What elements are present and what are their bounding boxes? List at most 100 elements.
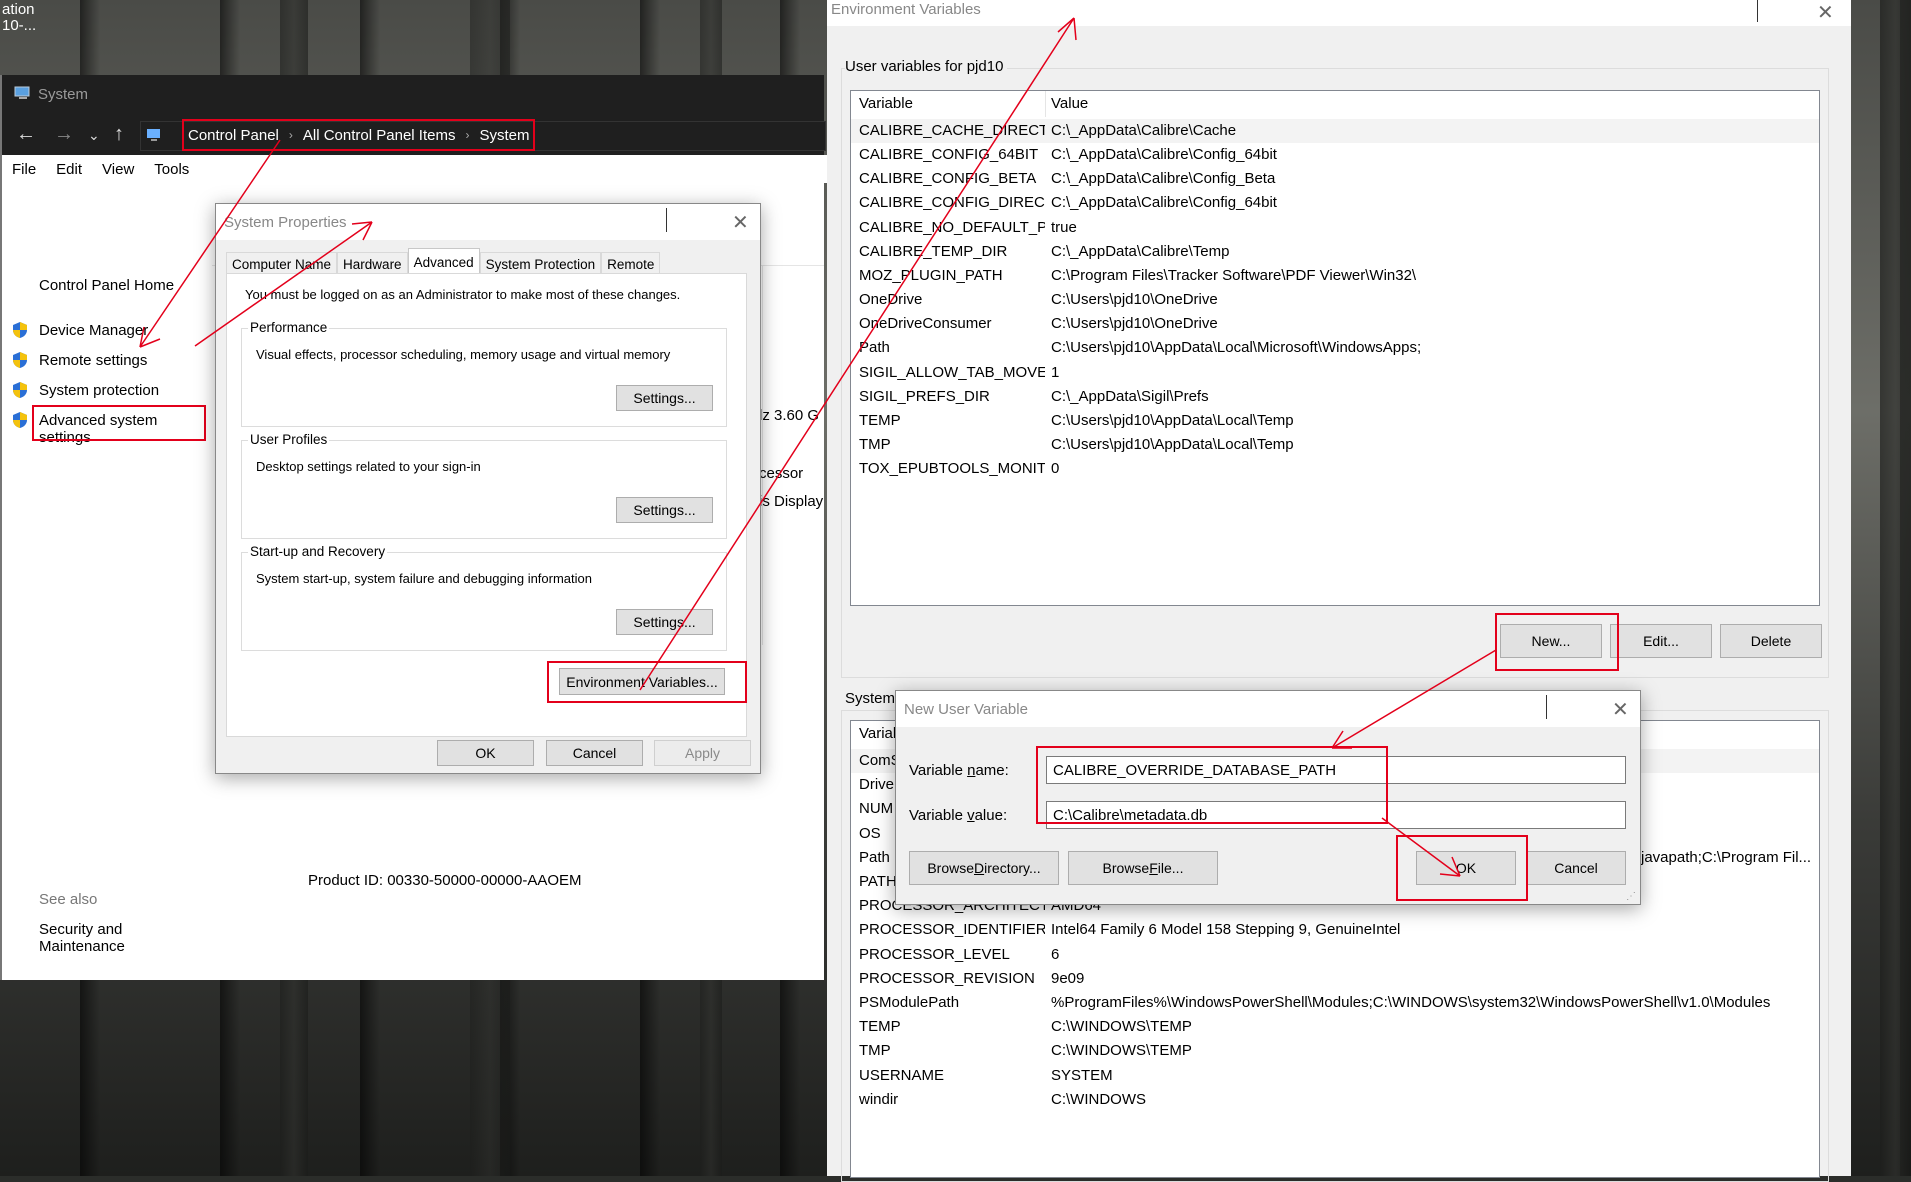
- up-arrow-icon[interactable]: ↑: [114, 123, 124, 146]
- table-row[interactable]: OneDrive C:\Users\pjd10\OneDrive: [851, 288, 1819, 312]
- variable-name-cell: CALIBRE_CONFIG_BETA: [859, 170, 1037, 188]
- column-variable[interactable]: Variable: [859, 91, 1045, 117]
- system-title-bar[interactable]: System: [2, 75, 824, 115]
- table-row[interactable]: Path C:\Users\pjd10\AppData\Local\Microso…: [851, 336, 1819, 360]
- tab-advanced[interactable]: Advanced: [407, 248, 480, 275]
- table-row[interactable]: TMP C:\WINDOWS\TEMP: [851, 1039, 1819, 1063]
- table-row[interactable]: CALIBRE_CONFIG_64BIT C:\_AppData\Calibre\…: [851, 143, 1819, 167]
- tab-system-protection[interactable]: System Protection: [479, 252, 602, 275]
- column-separator[interactable]: [1045, 91, 1046, 117]
- shield-icon: [13, 352, 27, 368]
- table-row[interactable]: OneDriveConsumer C:\Users\pjd10\OneDrive: [851, 312, 1819, 336]
- edit-user-variable-button[interactable]: Edit...: [1610, 624, 1712, 658]
- table-row[interactable]: USERNAME SYSTEM: [851, 1064, 1819, 1088]
- system-properties-title-bar[interactable]: System Properties ✕: [216, 204, 760, 240]
- resize-grip-icon[interactable]: ⋰: [1626, 891, 1636, 902]
- table-row[interactable]: TMP C:\Users\pjd10\AppData\Local\Temp: [851, 433, 1819, 457]
- table-row[interactable]: CALIBRE_CACHE_DIRECTO... C:\_AppData\Cali…: [851, 119, 1819, 143]
- performance-settings-button[interactable]: Settings...: [616, 385, 713, 411]
- breadcrumb-all-items[interactable]: All Control Panel Items: [303, 127, 456, 144]
- control-panel-home-link[interactable]: Control Panel Home: [39, 277, 174, 294]
- system-protection-link[interactable]: System protection: [39, 382, 159, 399]
- remote-settings-link[interactable]: Remote settings: [39, 352, 147, 369]
- table-row[interactable]: MOZ_PLUGIN_PATH C:\Program Files\Tracker …: [851, 264, 1819, 288]
- variable-value-cell: C:\_AppData\Calibre\Config_64bit: [1051, 194, 1277, 212]
- delete-user-variable-button[interactable]: Delete: [1720, 624, 1822, 658]
- variable-name-cell: CALIBRE_CACHE_DIRECTO...: [859, 122, 1045, 139]
- table-row[interactable]: CALIBRE_NO_DEFAULT_PR... true: [851, 216, 1819, 240]
- tab-computer-name[interactable]: Computer Name: [226, 252, 338, 275]
- menu-file[interactable]: File: [12, 161, 36, 178]
- close-icon[interactable]: ✕: [1817, 0, 1834, 25]
- env-title-bar[interactable]: Environment Variables ✕: [827, 0, 1851, 26]
- variable-name-cell: USERNAME: [859, 1066, 945, 1084]
- variable-name-cell: PSModulePath: [859, 994, 960, 1011]
- startup-recovery-desc: System start-up, system failure and debu…: [256, 571, 593, 586]
- table-row[interactable]: CALIBRE_CONFIG_BETA C:\_AppData\Calibre\C…: [851, 167, 1819, 191]
- apply-button[interactable]: Apply: [654, 740, 751, 766]
- startup-recovery-group: Start-up and Recovery System start-up, s…: [241, 544, 727, 651]
- table-row[interactable]: PROCESSOR_IDENTIFIER Intel64 Family 6 Mod…: [851, 918, 1819, 942]
- user-variables-list[interactable]: Variable Value CALIBRE_CACHE_DIRECTO...C…: [850, 90, 1820, 606]
- annotation-box-new-button: [1495, 613, 1619, 671]
- browse-directory-button[interactable]: Browse Directory...: [909, 851, 1059, 885]
- variable-value-cell: C:\WINDOWS\TEMP: [1051, 1042, 1192, 1060]
- variable-value-cell: C:\WINDOWS\TEMP: [1051, 1018, 1192, 1036]
- column-value[interactable]: Value: [1051, 91, 1088, 117]
- processor-label-partial: cessor: [759, 465, 804, 482]
- table-row[interactable]: CALIBRE_CONFIG_DIRECT... C:\_AppData\Cali…: [851, 191, 1819, 215]
- table-row[interactable]: PROCESSOR_LEVEL 6: [851, 943, 1819, 967]
- breadcrumb-separator: ›: [288, 128, 293, 142]
- tab-remote[interactable]: Remote: [601, 252, 661, 275]
- menu-bar: File Edit View Tools: [2, 155, 834, 183]
- table-row[interactable]: PSModulePath %ProgramFiles%\WindowsPowerS…: [851, 991, 1819, 1015]
- list-header: Variable Value: [851, 91, 1819, 117]
- variable-name-cell: CALIBRE_TEMP_DIR: [859, 242, 1008, 260]
- new-user-variable-dialog: New User Variable ✕ Variable name: CALIB…: [895, 690, 1641, 905]
- menu-view[interactable]: View: [102, 161, 134, 178]
- performance-label: Performance: [248, 320, 330, 335]
- cancel-button[interactable]: Cancel: [546, 740, 643, 766]
- breadcrumb-control-panel[interactable]: Control Panel: [188, 127, 279, 144]
- new-var-cancel-button[interactable]: Cancel: [1526, 851, 1626, 885]
- close-icon[interactable]: ✕: [1612, 697, 1629, 722]
- chevron-down-icon[interactable]: ⌄: [88, 127, 100, 144]
- variable-value-cell: C:\_AppData\Calibre\Config_Beta: [1051, 170, 1276, 188]
- table-row[interactable]: TEMP C:\WINDOWS\TEMP: [851, 1015, 1819, 1039]
- table-row[interactable]: TEMP C:\Users\pjd10\AppData\Local\Temp: [851, 409, 1819, 433]
- startup-recovery-label: Start-up and Recovery: [248, 544, 388, 559]
- breadcrumb-system[interactable]: System: [479, 127, 529, 144]
- environment-variables-dialog: Environment Variables ✕ User variables f…: [827, 0, 1851, 1182]
- variable-value-cell: C:\Users\pjd10\OneDrive: [1051, 291, 1218, 309]
- variable-value-cell: 0: [1051, 460, 1060, 478]
- variable-value-cell: SYSTEM: [1051, 1066, 1113, 1084]
- variable-value-cell: Intel64 Family 6 Model 158 Stepping 9, G…: [1051, 921, 1401, 939]
- see-also-heading: See also: [39, 891, 98, 908]
- table-row[interactable]: SIGIL_PREFS_DIR C:\_AppData\Sigil\Prefs: [851, 385, 1819, 409]
- menu-edit[interactable]: Edit: [56, 161, 82, 178]
- back-arrow-icon[interactable]: ←: [16, 123, 36, 146]
- security-maintenance-link[interactable]: Security and Maintenance: [39, 921, 212, 955]
- advanced-tab-pane: You must be logged on as an Administrato…: [226, 273, 747, 737]
- desktop-icon-label-2[interactable]: 10-...: [2, 16, 36, 36]
- table-row[interactable]: windir C:\WINDOWS: [851, 1088, 1819, 1112]
- forward-arrow-icon[interactable]: →: [54, 123, 74, 146]
- variable-name-cell: PROCESSOR_LEVEL: [859, 945, 1010, 963]
- device-manager-link[interactable]: Device Manager: [39, 322, 148, 339]
- table-row[interactable]: TOX_EPUBTOOLS_MONITO... 0: [851, 457, 1819, 481]
- menu-tools[interactable]: Tools: [154, 161, 189, 178]
- browse-file-button[interactable]: Browse File...: [1068, 851, 1218, 885]
- user-profiles-settings-button[interactable]: Settings...: [616, 497, 713, 523]
- table-row[interactable]: PROCESSOR_REVISION 9e09: [851, 967, 1819, 991]
- startup-settings-button[interactable]: Settings...: [616, 609, 713, 635]
- new-var-title-bar[interactable]: New User Variable ✕: [896, 691, 1640, 727]
- close-icon[interactable]: ✕: [732, 210, 749, 235]
- ok-button[interactable]: OK: [437, 740, 534, 766]
- table-row[interactable]: SIGIL_ALLOW_TAB_MOVE... 1: [851, 361, 1819, 385]
- label-text: alue:: [974, 807, 1008, 824]
- variable-name-cell: TOX_EPUBTOOLS_MONITO...: [859, 460, 1045, 478]
- table-row[interactable]: CALIBRE_TEMP_DIR C:\_AppData\Calibre\Temp: [851, 240, 1819, 264]
- mouse-cursor: [1546, 695, 1547, 719]
- tab-hardware[interactable]: Hardware: [337, 252, 408, 275]
- admin-note: You must be logged on as an Administrato…: [245, 287, 681, 302]
